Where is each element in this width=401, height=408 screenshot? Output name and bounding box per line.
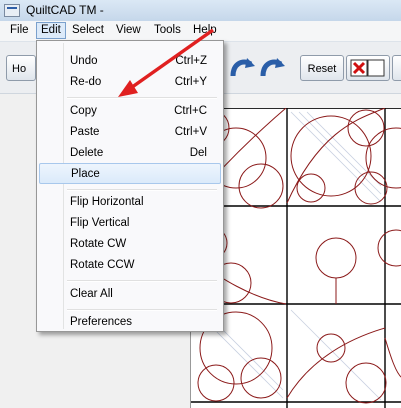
menu-item-paste[interactable]: Paste Ctrl+V — [39, 122, 221, 143]
menu-separator — [67, 309, 217, 311]
menu-item-label: Rotate CW — [70, 238, 127, 250]
menu-item-shortcut: Del — [189, 147, 207, 159]
menu-item-redo[interactable]: Re-do Ctrl+Y — [39, 72, 221, 93]
menu-separator — [67, 97, 217, 99]
menu-item-flip-vertical[interactable]: Flip Vertical — [39, 213, 221, 234]
red-x-icon — [350, 59, 385, 77]
edit-menu-dropdown: Undo Ctrl+Z Re-do Ctrl+Y Copy Ctrl+C Pas… — [36, 40, 224, 332]
menu-bar: File Edit Select View Tools Help — [0, 21, 401, 42]
menu-item-label: Place — [71, 168, 100, 180]
title-bar: QuiltCAD TM - — [0, 0, 401, 22]
home-button[interactable]: Ho — [6, 55, 36, 81]
menu-item-clear-all[interactable]: Clear All — [39, 284, 221, 305]
menu-item-label: Flip Horizontal — [70, 196, 144, 208]
next-tool-button[interactable] — [392, 55, 401, 81]
menu-help[interactable]: Help — [189, 23, 221, 38]
menu-item-undo[interactable]: Undo Ctrl+Z — [39, 51, 221, 72]
menu-item-rotate-cw[interactable]: Rotate CW — [39, 234, 221, 255]
redo-arrow-icon[interactable] — [258, 54, 286, 82]
menu-separator — [67, 189, 217, 191]
menu-item-place[interactable]: Place — [39, 163, 221, 184]
menu-separator — [67, 280, 217, 282]
menu-item-label: Re-do — [70, 76, 102, 88]
menu-item-label: Preferences — [70, 316, 133, 328]
menu-item-label: Rotate CCW — [70, 259, 135, 271]
menu-item-shortcut: Ctrl+Z — [175, 55, 207, 67]
menu-item-preferences[interactable]: Preferences — [39, 312, 221, 333]
app-icon — [4, 4, 20, 17]
menu-item-rotate-ccw[interactable]: Rotate CCW — [39, 255, 221, 276]
menu-item-shortcut: Ctrl+Y — [174, 76, 207, 88]
clear-toggle-button[interactable] — [346, 55, 390, 81]
menu-item-shortcut: Ctrl+C — [174, 105, 207, 117]
menu-item-label: Clear All — [70, 288, 113, 300]
undo-arrow-icon[interactable] — [228, 54, 256, 82]
menu-item-label: Paste — [70, 126, 100, 138]
menu-item-label: Undo — [70, 55, 98, 67]
menu-item-label: Copy — [70, 105, 97, 117]
menu-edit[interactable]: Edit — [36, 22, 66, 39]
menu-item-label: Delete — [70, 147, 104, 159]
menu-file[interactable]: File — [6, 23, 33, 38]
menu-item-flip-horizontal[interactable]: Flip Horizontal — [39, 192, 221, 213]
reset-button[interactable]: Reset — [300, 55, 344, 81]
menu-view[interactable]: View — [112, 23, 145, 38]
menu-item-copy[interactable]: Copy Ctrl+C — [39, 101, 221, 122]
menu-tools[interactable]: Tools — [150, 23, 185, 38]
menu-select[interactable]: Select — [68, 23, 108, 38]
menu-item-shortcut: Ctrl+V — [174, 126, 207, 138]
window-title: QuiltCAD TM - — [26, 3, 104, 17]
menu-item-label: Flip Vertical — [70, 217, 130, 229]
menu-item-delete[interactable]: Delete Del — [39, 143, 221, 164]
